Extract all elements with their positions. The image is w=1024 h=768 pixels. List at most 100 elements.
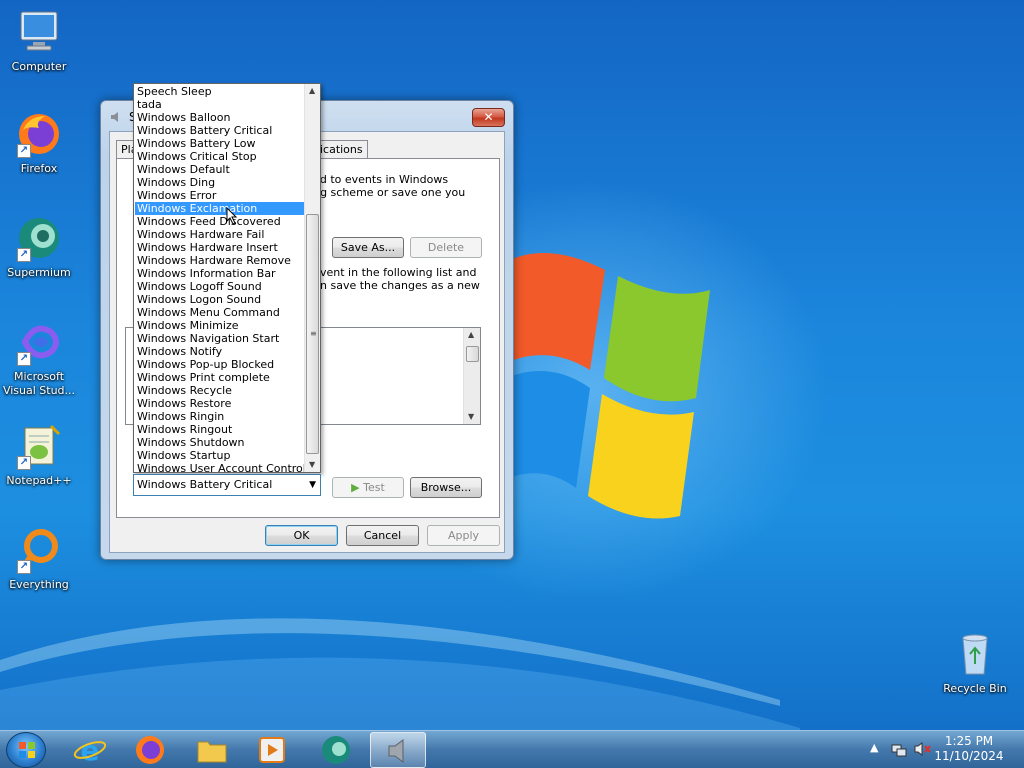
desktop-icon-label: Firefox	[20, 162, 58, 175]
dropdown-item[interactable]: Speech Sleep	[135, 85, 304, 98]
dropdown-scrollbar[interactable]: ▲ ≡ ▼	[304, 84, 320, 472]
grip-icon: ≡	[310, 329, 317, 338]
dropdown-item[interactable]: Windows Hardware Fail	[135, 228, 304, 241]
scroll-down-icon[interactable]: ▼	[468, 412, 474, 421]
network-icon[interactable]	[891, 741, 907, 760]
events-scrollbar[interactable]: ▲ ▼	[463, 328, 480, 424]
show-hidden-icons-icon[interactable]: ▲	[870, 741, 878, 754]
shortcut-arrow-icon: ↗	[17, 144, 31, 158]
instruction-text: n save the changes as a new	[320, 279, 480, 292]
close-button[interactable]: ✕	[472, 108, 505, 127]
shortcut-arrow-icon: ↗	[17, 456, 31, 470]
play-icon: ▶	[351, 481, 360, 494]
save-as-button[interactable]: Save As...	[332, 237, 404, 258]
dropdown-item[interactable]: Windows Battery Critical	[135, 124, 304, 137]
dropdown-item[interactable]: Windows Balloon	[135, 111, 304, 124]
dropdown-item[interactable]: tada	[135, 98, 304, 111]
ok-button[interactable]: OK	[265, 525, 338, 546]
dropdown-item[interactable]: Windows Ding	[135, 176, 304, 189]
dropdown-item[interactable]: Windows Print complete	[135, 371, 304, 384]
taskbar-firefox[interactable]	[122, 732, 178, 768]
taskbar-internet-explorer[interactable]: e	[62, 732, 118, 768]
dropdown-item[interactable]: Windows Battery Low	[135, 137, 304, 150]
media-player-icon	[259, 737, 285, 763]
dropdown-item[interactable]: Windows Recycle	[135, 384, 304, 397]
dropdown-item[interactable]: Windows Logoff Sound	[135, 280, 304, 293]
sounds-dropdown-list[interactable]: Speech Sleep tada Windows Balloon Windows B…	[133, 83, 321, 475]
system-clock[interactable]: 1:25 PM 11/10/2024	[934, 734, 1004, 764]
dropdown-item[interactable]: Windows Information Bar	[135, 267, 304, 280]
dropdown-item[interactable]: Windows Error	[135, 189, 304, 202]
sound-icon	[388, 739, 404, 763]
taskbar: e ▲ 1:25 PM 11/10/2024	[0, 730, 1024, 768]
mouse-cursor-icon	[226, 207, 238, 225]
shortcut-arrow-icon: ↗	[17, 352, 31, 366]
chevron-down-icon[interactable]: ▼	[309, 475, 316, 495]
desktop-icon-label: Recycle Bin	[943, 682, 1007, 695]
volume-muted-icon[interactable]	[914, 741, 932, 760]
dropdown-item[interactable]: Windows Default	[135, 163, 304, 176]
browse-button[interactable]: Browse...	[410, 477, 482, 498]
test-button[interactable]: ▶ Test	[332, 477, 404, 498]
delete-button[interactable]: Delete	[410, 237, 482, 258]
speaker-icon	[109, 110, 123, 124]
dropdown-item[interactable]: Windows Feed Discovered	[135, 215, 304, 228]
dropdown-item[interactable]: Windows Shutdown	[135, 436, 304, 449]
desktop-icon-recycle-bin[interactable]: Recycle Bin	[937, 630, 1013, 696]
shortcut-arrow-icon: ↗	[17, 248, 31, 262]
computer-icon	[15, 8, 63, 56]
dropdown-item[interactable]: Windows Minimize	[135, 319, 304, 332]
desktop-icon-everything[interactable]: ↗ Everything	[1, 526, 77, 592]
supermium-icon	[322, 736, 350, 764]
dropdown-item[interactable]: Windows Ringout	[135, 423, 304, 436]
dropdown-item[interactable]: Windows Restore	[135, 397, 304, 410]
desktop-icon-computer[interactable]: Computer	[1, 8, 77, 74]
taskbar-file-explorer[interactable]	[184, 732, 240, 768]
dropdown-item[interactable]: Windows Navigation Start	[135, 332, 304, 345]
dropdown-item[interactable]: Windows Startup	[135, 449, 304, 462]
shortcut-arrow-icon: ↗	[17, 560, 31, 574]
desktop-icon-label: Microsoft Visual Stud...	[2, 370, 76, 397]
button-label: Save As...	[340, 241, 396, 254]
desktop-icon-label: Everything	[9, 578, 69, 591]
description-text: plied to events in Windows	[300, 173, 449, 186]
taskbar-media-player[interactable]	[244, 732, 300, 768]
dropdown-item[interactable]: Windows Logon Sound	[135, 293, 304, 306]
close-icon: ✕	[483, 110, 494, 124]
cancel-button[interactable]: Cancel	[346, 525, 419, 546]
desktop-icon-label: Computer	[11, 60, 67, 73]
dropdown-item[interactable]: Windows Hardware Insert	[135, 241, 304, 254]
taskbar-sound[interactable]	[370, 732, 426, 768]
everything-icon: ↗	[15, 526, 63, 574]
internet-explorer-icon: e	[73, 734, 107, 767]
desktop-icon-supermium[interactable]: ↗ Supermium	[1, 214, 77, 280]
desktop-icon-notepad-plus-plus[interactable]: ↗ Notepad++	[1, 422, 77, 488]
button-label: OK	[293, 529, 310, 542]
desktop-icon-visual-studio[interactable]: ↗ Microsoft Visual Stud...	[1, 318, 77, 398]
windows-logo-icon	[19, 742, 35, 758]
description-text: sting scheme or save one you	[300, 186, 466, 199]
scroll-up-icon[interactable]: ▲	[309, 86, 315, 95]
dropdown-item[interactable]: Windows Menu Command	[135, 306, 304, 319]
scroll-thumb[interactable]	[466, 346, 479, 362]
scroll-down-icon[interactable]: ▼	[309, 460, 315, 469]
start-button[interactable]	[6, 732, 46, 768]
apply-button[interactable]: Apply	[427, 525, 500, 546]
desktop-icon-firefox[interactable]: ↗ Firefox	[1, 110, 77, 176]
clock-date: 11/10/2024	[934, 749, 1004, 763]
visual-studio-icon: ↗	[15, 318, 63, 366]
dropdown-item[interactable]: Windows Ringin	[135, 410, 304, 423]
dropdown-item[interactable]: Windows Hardware Remove	[135, 254, 304, 267]
dropdown-item[interactable]: Windows Critical Stop	[135, 150, 304, 163]
scroll-thumb[interactable]: ≡	[306, 214, 319, 454]
button-label: Apply	[447, 529, 480, 542]
taskbar-supermium[interactable]	[308, 732, 364, 768]
dropdown-item[interactable]: Windows Exclamation	[135, 202, 304, 215]
instruction-text: vent in the following list and	[320, 266, 477, 279]
dropdown-item[interactable]: Windows Notify	[135, 345, 304, 358]
sounds-combobox[interactable]: Windows Battery Critical ▼	[133, 474, 321, 496]
dropdown-item[interactable]: Windows Pop-up Blocked	[135, 358, 304, 371]
notepad-plus-plus-icon: ↗	[15, 422, 63, 470]
firefox-icon	[136, 736, 164, 764]
scroll-up-icon[interactable]: ▲	[468, 330, 474, 339]
